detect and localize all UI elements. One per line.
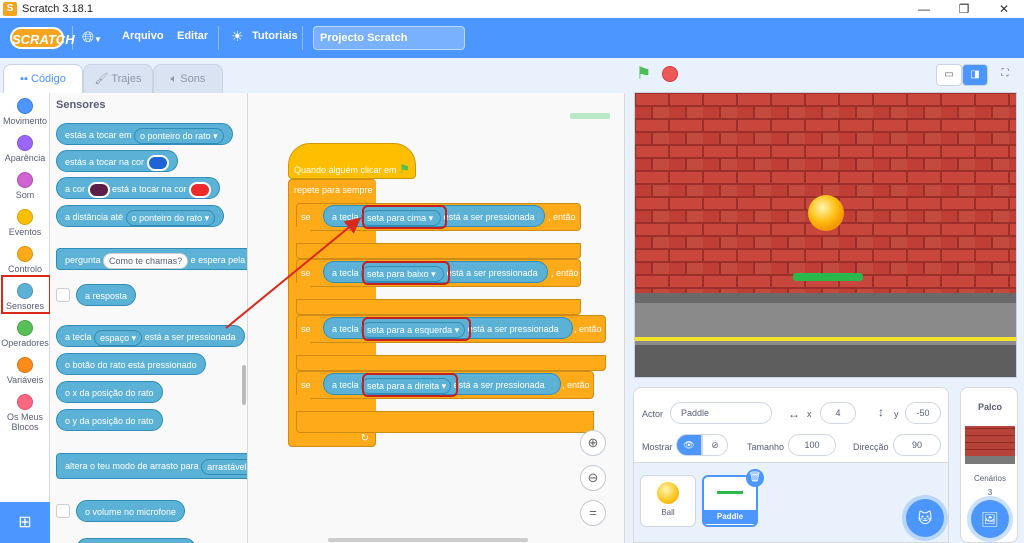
backdrop-thumbnail[interactable] xyxy=(965,426,1015,464)
large-stage-button[interactable]: ◨ xyxy=(962,64,988,86)
sprite-thumb-ball[interactable]: Ball xyxy=(640,475,696,527)
stage-panel-title: Palco xyxy=(977,402,1002,412)
cat-add-icon: 🐱︎ xyxy=(917,510,933,526)
brick-wall xyxy=(635,93,1016,293)
size-label: Tamanho xyxy=(747,442,785,452)
green-flag-icon: ⚑ xyxy=(636,64,652,83)
stage-panel: Palco Cenários 3 🖼︎ xyxy=(960,387,1018,543)
ball-thumbnail xyxy=(657,482,679,504)
small-stage-icon: ▭ xyxy=(944,69,954,80)
delete-sprite-button[interactable]: 🗑︎ xyxy=(746,469,764,487)
road-lane xyxy=(635,345,1016,377)
choose-sprite-button[interactable]: 🐱︎ xyxy=(906,499,944,537)
sprite-list: Ball Paddle 🗑︎ 🐱︎ xyxy=(633,463,949,543)
sprite-info-panel: Actor Paddle ↔ x 4 ↕ y -50 Mostrar 👁︎ ⊘ … xyxy=(633,387,949,463)
backdrops-count: 3 xyxy=(987,488,993,497)
stop-button[interactable] xyxy=(662,66,678,82)
backdrops-label: Cenários xyxy=(973,474,1006,483)
y-input[interactable]: -50 xyxy=(905,402,941,424)
paddle-sprite[interactable] xyxy=(793,273,863,281)
large-stage-icon: ◨ xyxy=(970,69,980,80)
x-label: x xyxy=(807,409,812,419)
road-line xyxy=(635,337,1016,341)
fullscreen-button[interactable]: ⛶ xyxy=(992,64,1018,86)
trash-icon: 🗑︎ xyxy=(748,472,762,483)
small-stage-button[interactable]: ▭ xyxy=(936,64,962,86)
eye-slash-icon: ⊘ xyxy=(711,440,719,450)
eye-icon: 👁︎ xyxy=(683,440,695,450)
x-input[interactable]: 4 xyxy=(820,402,856,424)
direction-input[interactable]: 90 xyxy=(893,434,941,456)
curb xyxy=(635,293,1016,303)
green-flag-button[interactable]: ⚑ xyxy=(636,64,651,84)
paddle-thumbnail xyxy=(717,491,743,494)
size-input[interactable]: 100 xyxy=(788,434,836,456)
choose-backdrop-button[interactable]: 🖼︎ xyxy=(971,500,1009,538)
image-add-icon: 🖼︎ xyxy=(981,511,999,527)
y-arrows-icon: ↕ xyxy=(878,405,884,419)
actor-label: Actor xyxy=(642,409,664,419)
stage-canvas[interactable] xyxy=(634,92,1017,378)
fullscreen-icon: ⛶ xyxy=(1001,68,1009,79)
show-label: Mostrar xyxy=(642,442,673,452)
ball-sprite[interactable] xyxy=(808,195,844,231)
stage-scene xyxy=(635,93,1016,377)
sprite-name-input[interactable]: Paddle xyxy=(670,402,772,424)
x-arrows-icon: ↔ xyxy=(788,407,800,421)
show-hidden-button[interactable]: ⊘ xyxy=(702,434,728,456)
y-label: y xyxy=(894,409,899,419)
direction-label: Direcção xyxy=(853,442,889,452)
show-visible-button[interactable]: 👁︎ xyxy=(676,434,702,456)
